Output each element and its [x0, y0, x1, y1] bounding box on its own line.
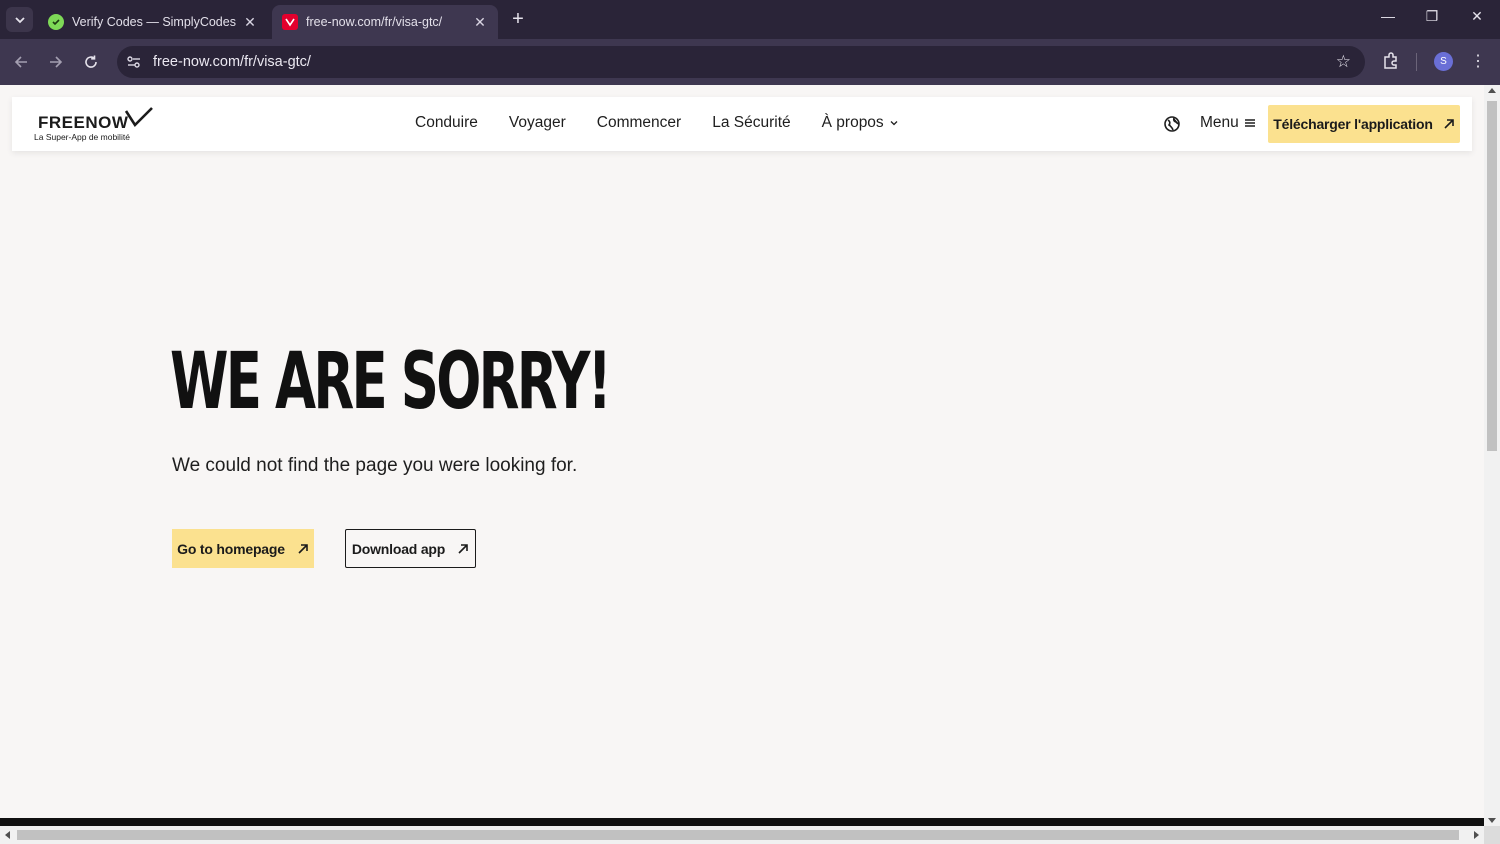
browser-toolbar: free-now.com/fr/visa-gtc/ ☆ S ⋮	[0, 39, 1500, 85]
arrow-left-icon	[14, 56, 27, 68]
globe-icon[interactable]	[1164, 116, 1180, 132]
nav-item-securite[interactable]: La Sécurité	[712, 114, 790, 132]
vertical-scrollbar[interactable]	[1484, 85, 1500, 826]
simplycodes-favicon	[48, 14, 64, 30]
download-app-button[interactable]: Download app	[345, 529, 476, 568]
scroll-down-arrow-icon[interactable]	[1488, 818, 1496, 823]
button-label: Download app	[351, 540, 446, 557]
close-tab-icon[interactable]: ✕	[472, 14, 488, 31]
page-viewport: FREENOW La Super-App de mobilité Conduir…	[0, 85, 1484, 818]
scrollbar-corner	[1484, 826, 1500, 844]
page-title: WE ARE SORRY!	[170, 337, 612, 427]
profile-avatar[interactable]: S	[1434, 52, 1453, 71]
tab-simplycodes[interactable]: Verify Codes — SimplyCodes ✕	[38, 5, 268, 39]
arrow-up-right-icon	[298, 543, 308, 554]
page-footer-edge	[0, 818, 1484, 826]
url-text[interactable]: free-now.com/fr/visa-gtc/	[153, 54, 311, 70]
bookmark-star-icon[interactable]: ☆	[1336, 52, 1351, 72]
reload-icon	[85, 55, 97, 68]
menu-label: Menu	[1200, 114, 1239, 131]
address-bar[interactable]: free-now.com/fr/visa-gtc/ ☆	[117, 46, 1365, 78]
toolbar-divider	[1416, 53, 1417, 71]
page-subtitle: We could not find the page you were look…	[172, 455, 578, 476]
go-to-homepage-button[interactable]: Go to homepage	[172, 529, 314, 568]
freenow-favicon	[282, 14, 298, 30]
tab-freenow[interactable]: free-now.com/fr/visa-gtc/ ✕	[272, 5, 498, 39]
cta-label: Télécharger l'application	[1273, 116, 1433, 132]
logo-check-icon	[124, 107, 153, 128]
chevron-down-icon	[890, 121, 898, 126]
new-tab-button[interactable]: +	[507, 8, 529, 31]
horizontal-scrollbar[interactable]	[0, 826, 1484, 844]
site-header: FREENOW La Super-App de mobilité Conduir…	[12, 97, 1472, 151]
nav-item-a-propos[interactable]: À propos	[822, 114, 899, 132]
logo-wordmark: FREENOW	[38, 113, 129, 132]
logo-tagline: La Super-App de mobilité	[34, 132, 130, 142]
arrow-right-icon	[50, 56, 63, 68]
freenow-logo[interactable]: FREENOW La Super-App de mobilité	[34, 107, 164, 143]
menu-button[interactable]: Menu	[1200, 114, 1256, 132]
horizontal-scroll-thumb[interactable]	[17, 830, 1459, 840]
vertical-scroll-thumb[interactable]	[1487, 101, 1497, 451]
scroll-left-arrow-icon[interactable]	[5, 831, 10, 839]
reload-button[interactable]	[80, 51, 102, 73]
nav-item-commencer[interactable]: Commencer	[597, 114, 681, 132]
nav-item-voyager[interactable]: Voyager	[509, 114, 566, 132]
scroll-right-arrow-icon[interactable]	[1474, 831, 1479, 839]
more-options-icon[interactable]: ⋮	[1470, 51, 1486, 71]
tab-search-button[interactable]	[6, 7, 33, 32]
close-window-icon[interactable]: ✕	[1457, 8, 1497, 25]
nav-item-conduire[interactable]: Conduire	[415, 114, 478, 132]
arrow-up-right-icon	[458, 543, 468, 554]
close-tab-icon[interactable]: ✕	[242, 14, 258, 31]
site-settings-icon[interactable]	[125, 53, 143, 71]
arrow-up-right-icon	[1444, 119, 1454, 129]
forward-button[interactable]	[45, 51, 67, 73]
button-label: Go to homepage	[177, 540, 285, 557]
chevron-down-icon	[14, 16, 25, 23]
restore-icon[interactable]: ❐	[1412, 8, 1452, 25]
browser-tab-bar: Verify Codes — SimplyCodes ✕ free-now.co…	[0, 0, 1500, 39]
back-button[interactable]	[10, 51, 32, 73]
scroll-up-arrow-icon[interactable]	[1488, 88, 1496, 93]
hamburger-icon	[1244, 119, 1255, 127]
main-nav: Conduire Voyager Commencer La Sécurité À…	[415, 114, 899, 132]
tab-title: Verify Codes — SimplyCodes	[72, 15, 236, 29]
nav-item-label: À propos	[821, 114, 884, 131]
tab-title: free-now.com/fr/visa-gtc/	[306, 15, 443, 29]
extensions-icon[interactable]	[1381, 51, 1401, 71]
download-app-cta-button[interactable]: Télécharger l'application	[1268, 105, 1460, 143]
minimize-icon[interactable]: —	[1368, 8, 1408, 24]
